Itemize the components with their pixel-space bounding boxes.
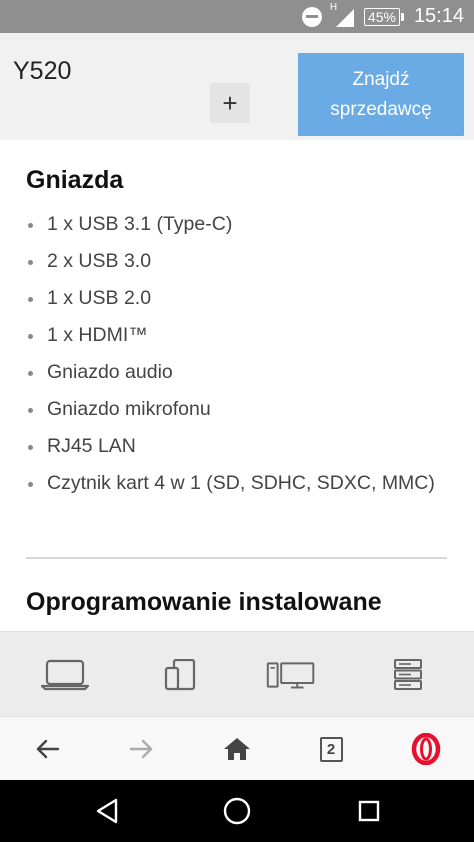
laptop-icon[interactable] xyxy=(40,658,90,692)
desktop-monitor-icon[interactable] xyxy=(266,658,316,692)
signal-icon: H xyxy=(330,2,356,28)
android-nav-bar xyxy=(0,780,474,842)
tablet-phone-icon[interactable] xyxy=(155,658,205,692)
battery-icon: 45% xyxy=(363,7,404,26)
list-item: Czytnik kart 4 w 1 (SD, SDHC, SDXC, MMC) xyxy=(26,465,446,502)
list-item: 1 x HDMI™ xyxy=(26,317,446,354)
back-arrow-icon[interactable] xyxy=(29,731,65,767)
back-triangle-icon[interactable] xyxy=(90,796,124,826)
section-divider xyxy=(26,557,447,559)
add-compare-button[interactable]: + xyxy=(210,83,250,123)
status-icons: H 45% 15:14 xyxy=(301,0,464,33)
home-circle-icon[interactable] xyxy=(220,796,254,826)
find-seller-button[interactable]: Znajdź sprzedawcę xyxy=(298,53,464,136)
spec-content: Gniazda 1 x USB 3.1 (Type-C) 2 x USB 3.0… xyxy=(0,140,474,631)
software-section-title: Oprogramowanie instalowane xyxy=(26,588,382,616)
list-item: Gniazdo mikrofonu xyxy=(26,391,446,428)
opera-icon[interactable] xyxy=(408,731,444,767)
status-bar: H 45% 15:14 xyxy=(0,0,474,33)
tab-count: 2 xyxy=(319,736,343,762)
ports-list: 1 x USB 3.1 (Type-C) 2 x USB 3.0 1 x USB… xyxy=(26,206,446,502)
list-item: 1 x USB 3.1 (Type-C) xyxy=(26,206,446,243)
product-header: Y520 + Znajdź sprzedawcę xyxy=(0,33,474,140)
clock: 15:14 xyxy=(413,5,464,27)
server-icon[interactable] xyxy=(383,658,433,692)
list-item: Gniazdo audio xyxy=(26,354,446,391)
category-bar xyxy=(0,631,474,716)
recents-square-icon[interactable] xyxy=(352,796,386,826)
list-item: 1 x USB 2.0 xyxy=(26,280,446,317)
ports-section-title: Gniazda xyxy=(26,166,124,194)
list-item: 2 x USB 3.0 xyxy=(26,243,446,280)
forward-arrow-icon[interactable] xyxy=(124,731,160,767)
home-icon[interactable] xyxy=(219,731,255,767)
model-name: Y520 xyxy=(13,57,72,85)
list-item: RJ45 LAN xyxy=(26,428,446,465)
tabs-icon[interactable]: 2 xyxy=(313,731,349,767)
do-not-disturb-icon xyxy=(301,6,322,27)
browser-toolbar: 2 xyxy=(0,716,474,780)
